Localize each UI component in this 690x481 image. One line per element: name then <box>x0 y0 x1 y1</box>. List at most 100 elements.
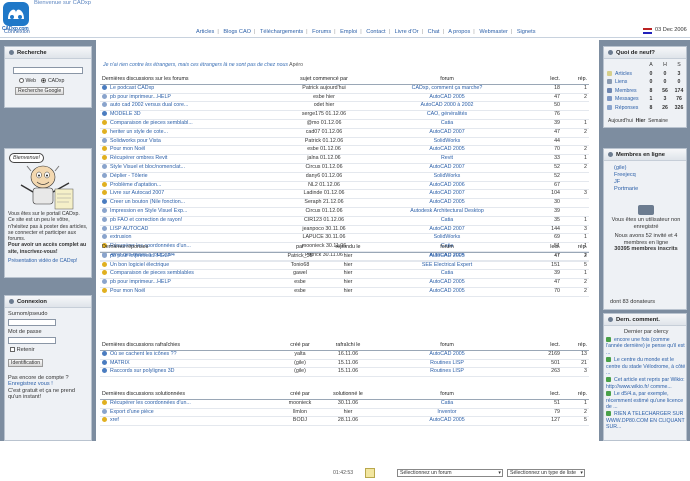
forum-link[interactable]: Catia <box>372 399 522 409</box>
video-link[interactable]: Présentation vidéo de CADxp! <box>8 258 90 264</box>
nav-livre-or[interactable]: Livre d'Or <box>395 29 419 35</box>
table-row[interactable]: pb pour imprimeur...HELP esbe hier AutoCAD… <box>100 93 589 103</box>
table-row[interactable]: Comparaison de pieces semblabl... @mo 01.… <box>100 119 589 129</box>
topic-title[interactable]: pb pour imprimeur...HELP <box>110 253 171 259</box>
topic-title[interactable]: MODELE 3D <box>110 111 141 117</box>
topic-title[interactable]: auto cad 2002 versus dual core... <box>110 102 188 108</box>
table-row[interactable]: Récupérer les coordonnées d'un... mooniec… <box>100 399 589 409</box>
table-row[interactable]: Pour mon Noël esbe hier AutoCAD 2005 70 2 <box>100 287 589 297</box>
forum-link[interactable]: AutoCAD 2005 <box>372 198 522 208</box>
topic-title[interactable]: Creer un bouton (Nile fonction... <box>110 199 185 205</box>
cadxp-logo[interactable] <box>2 1 30 27</box>
topic-title[interactable]: extrusion <box>110 234 132 240</box>
stat-row[interactable]: Liens 0 0 0 <box>606 78 686 87</box>
table-row[interactable]: xref BODJ 28.11.06 AutoCAD 2005 127 5 <box>100 416 589 427</box>
forum-link[interactable]: AutoCAD 2005 <box>372 278 522 288</box>
forum-link[interactable]: Routines LISP <box>372 367 522 378</box>
table-row[interactable]: Problème d'aptation... NL2 01.12.06 AutoCA… <box>100 181 589 191</box>
topic-title[interactable]: Le podcast CADxp <box>110 85 154 91</box>
forum-link[interactable]: Catia <box>372 119 522 129</box>
table-row[interactable]: Où se cachent les icônes ?? yalta 16.11.06… <box>100 350 589 360</box>
comment-item[interactable]: Le d5/4.a, par exemple, récemment estimé… <box>606 391 686 410</box>
password-input[interactable] <box>8 337 56 344</box>
forum-link[interactable]: AutoCAD 2007 <box>372 163 522 173</box>
table-row[interactable]: MODELE 3D serge175 01.12.06 CAO, généralit… <box>100 110 589 120</box>
stat-row[interactable]: Messages 1 3 76 <box>606 95 686 104</box>
table-row[interactable]: Pour mon Noël esbe 01.12.06 AutoCAD 2005 70… <box>100 145 589 156</box>
forum-link[interactable]: AutoCAD 2007 <box>372 189 522 200</box>
topic-title[interactable]: Export d'une pièce <box>110 409 154 415</box>
table-row[interactable]: Comparaison de pieces semblables gawel hie… <box>100 269 589 280</box>
table-row[interactable]: Raccords sur polylignes 3D (gile) 15.11.06… <box>100 367 589 378</box>
forum-link[interactable]: Revit <box>372 154 522 164</box>
comment-item[interactable]: Cet article est repris par Wikio: http:/… <box>606 377 686 390</box>
nav-webmaster[interactable]: Webmaster <box>479 29 508 35</box>
stat-label[interactable]: Membres <box>615 88 637 94</box>
topic-title[interactable]: pb pour imprimeur...HELP <box>110 279 171 285</box>
forum-link[interactable]: CAO, généralités <box>372 110 522 120</box>
table-row[interactable]: Impression en Style Visuel Exp... Circus … <box>100 207 589 217</box>
table-row[interactable]: Un bon logiciel électrique Tonio68 hier SEE… <box>100 261 589 271</box>
online-member[interactable]: Portmarie <box>614 186 638 193</box>
stat-row[interactable]: Articles 0 0 3 <box>606 70 686 79</box>
topic-title[interactable]: Récupérer les coordonnées d'un... <box>110 400 191 406</box>
table-row[interactable]: Creer un bouton (Nile fonction... Seraph … <box>100 198 589 208</box>
nav-articles[interactable]: Articles <box>196 29 214 35</box>
table-row[interactable]: pb pour imprimeur...HELP esbe hier AutoCAD … <box>100 278 589 288</box>
forum-link[interactable]: AutoCAD 2005 <box>372 287 522 297</box>
table-row[interactable]: Récupérer ombres Revit jalna 01.12.06 Revi… <box>100 154 589 164</box>
topic-title[interactable]: xref <box>110 417 119 423</box>
topic-title[interactable]: Livre sur Autocad 2007 <box>110 190 164 196</box>
nav-a-propos[interactable]: A propos <box>448 29 470 35</box>
forum-select[interactable]: Sélectionnez un forum ▾ <box>397 469 503 477</box>
login-button[interactable]: Identification <box>8 359 44 367</box>
radio-web[interactable] <box>19 78 24 83</box>
radio-site[interactable] <box>41 78 47 83</box>
forum-link[interactable]: AutoCAD 2005 <box>372 416 522 427</box>
list-type-select[interactable]: Sélectionnez un type de liste ▾ <box>507 469 585 477</box>
topic-title[interactable]: Style Visuel et bloc/nomenclat... <box>110 164 185 170</box>
table-row[interactable]: Déplier - Tôlerie dany6 01.12.06 SolidWork… <box>100 172 589 182</box>
forum-link[interactable]: SolidWorks <box>372 172 522 182</box>
topic-title[interactable]: Impression en Style Visuel Exp... <box>110 208 187 214</box>
last-comment-by[interactable]: Dernier par olercy <box>624 329 668 335</box>
remember-checkbox[interactable] <box>10 347 15 352</box>
search-input[interactable] <box>13 67 83 74</box>
topic-title[interactable]: Comparaison de pieces semblables <box>110 270 194 276</box>
topic-title[interactable]: heriter un style de cote... <box>110 129 168 135</box>
table-row[interactable]: heriter un style de cote... cad07 01.12.0… <box>100 128 589 138</box>
topic-title[interactable]: Raccords sur polylignes 3D <box>110 368 174 374</box>
topic-title[interactable]: LISP AUTOCAD <box>110 226 148 232</box>
nav-contact[interactable]: Contact <box>366 29 385 35</box>
stat-label[interactable]: Liens <box>615 79 627 85</box>
donors-count[interactable]: dont 83 donateurs <box>610 299 655 305</box>
stat-label[interactable]: Messages <box>615 96 639 102</box>
forum-link[interactable]: AutoCAD 2007 <box>372 128 522 138</box>
topic-title[interactable]: pb FAO et correction de rayon! <box>110 217 182 223</box>
topic-title[interactable]: Problème d'aptation... <box>110 182 161 188</box>
nav-emploi[interactable]: Emploi <box>340 29 357 35</box>
table-row[interactable]: Export d'une pièce llmlon hier Inventor 79 2 <box>100 408 589 418</box>
forum-link[interactable]: SEE Electrical Expert <box>372 261 522 271</box>
topic-title[interactable]: Récupérer ombres Revit <box>110 155 167 161</box>
topic-title[interactable]: Solidworks pour Vista <box>110 138 161 144</box>
table-row[interactable]: Style Visuel et bloc/nomenclat... Circus … <box>100 163 589 173</box>
forum-link[interactable]: SolidWorks <box>372 233 522 244</box>
topic-title[interactable]: pb pour imprimeur...HELP <box>110 94 171 100</box>
username-input[interactable] <box>8 319 56 326</box>
forum-link[interactable]: Routines LISP <box>372 359 522 369</box>
forum-link[interactable]: SolidWorks <box>372 137 522 147</box>
welcome-link[interactable]: Bienvenue sur CADxp <box>34 0 91 6</box>
topic-title[interactable]: Où se cachent les icônes ?? <box>110 351 177 357</box>
rss-icon[interactable] <box>365 468 375 478</box>
google-search-button[interactable]: Recherche Google <box>15 87 65 95</box>
topic-title[interactable]: MATRIX <box>110 360 130 366</box>
comment-item[interactable]: encore une fois (comme l'année dernière)… <box>606 337 686 356</box>
nav-chat[interactable]: Chat <box>428 29 440 35</box>
topic-title[interactable]: Un bon logiciel électrique <box>110 262 169 268</box>
forum-link[interactable]: AutoCAD 2006 <box>372 181 522 191</box>
table-row[interactable]: Livre sur Autocad 2007 Ladinde 01.12.06 Au… <box>100 189 589 200</box>
forum-link[interactable]: AutoCAD 2005 <box>372 93 522 103</box>
nav-telechargements[interactable]: Téléchargements <box>260 29 303 35</box>
forum-link[interactable]: Catia <box>372 269 522 280</box>
